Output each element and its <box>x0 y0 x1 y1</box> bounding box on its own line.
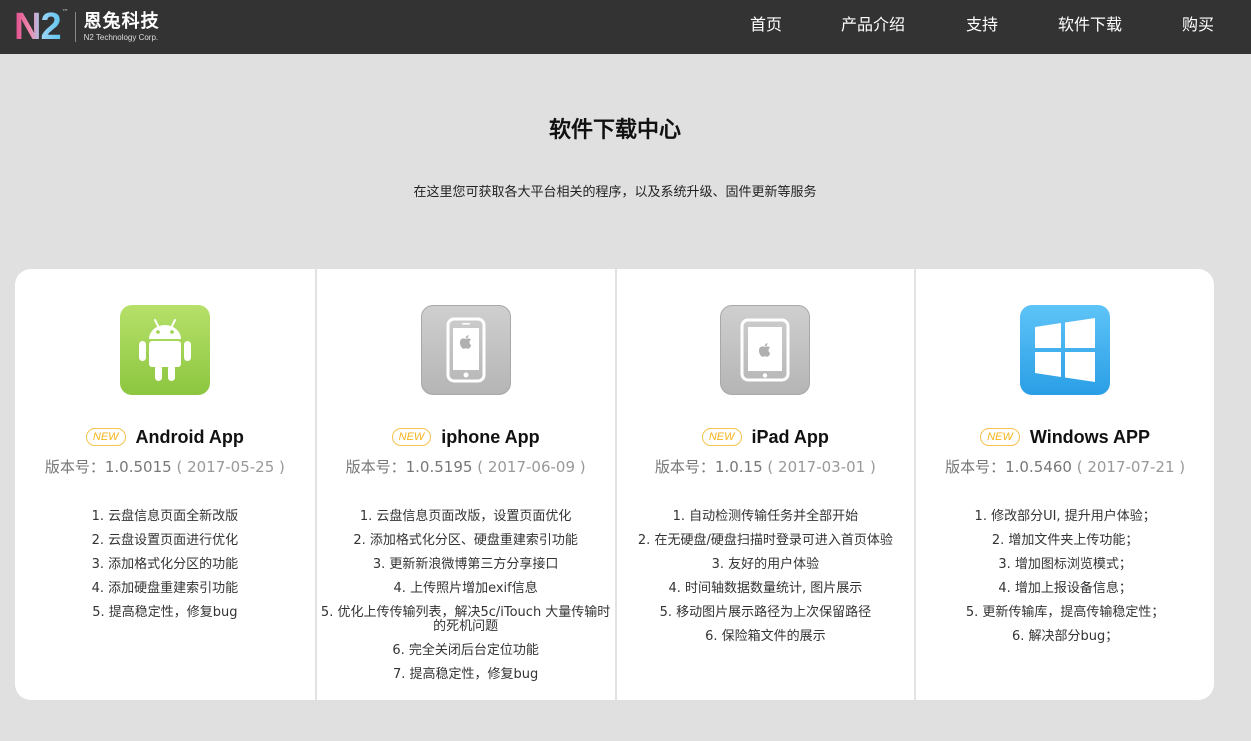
app-title-windows: NEW Windows APP <box>916 427 1214 448</box>
app-card-iphone: NEW iphone App 版本号：1.0.5195 ( 2017-06-09 … <box>314 269 615 700</box>
changelog-item: 5. 优化上传传输列表，解决5c/iTouch 大量传输时的死机问题 <box>320 605 611 634</box>
new-badge: NEW <box>391 428 432 446</box>
changelog-item: 4. 上传照片增加exif信息 <box>393 581 538 596</box>
app-title-android: NEW Android App <box>15 427 315 448</box>
app-version: 版本号：1.0.5460 ( 2017-07-21 ) <box>916 456 1214 477</box>
release-date: ( 2017-07-21 ) <box>1076 458 1186 476</box>
logo-trademark: ™ <box>61 8 69 16</box>
changelog-item: 5. 更新传输库，提高传输稳定性； <box>965 605 1165 620</box>
logo-divider <box>74 12 76 42</box>
changelog-item: 4. 添加硬盘重建索引功能 <box>91 581 239 596</box>
changelog-item: 5. 提高稳定性，修复bug <box>92 605 238 620</box>
changelog: 1. 自动检测传输任务并全部开始 2. 在无硬盘/硬盘扫描时登录可进入首页体验 … <box>617 505 915 649</box>
app-name[interactable]: Windows APP <box>1030 427 1150 447</box>
changelog-item: 3. 增加图标浏览模式； <box>998 557 1132 572</box>
app-title-ipad: NEW iPad App <box>617 427 915 448</box>
changelog-item: 2. 云盘设置页面进行优化 <box>91 533 239 548</box>
changelog-item: 4. 增加上报设备信息； <box>998 581 1132 596</box>
changelog-item: 5. 移动图片展示路径为上次保留路径 <box>659 605 872 620</box>
changelog: 1. 云盘信息页面全新改版 2. 云盘设置页面进行优化 3. 添加格式化分区的功… <box>15 505 315 625</box>
nav-support[interactable]: 支持 <box>966 0 998 50</box>
iphone-icon[interactable] <box>420 305 511 395</box>
release-date: ( 2017-06-09 ) <box>477 458 586 476</box>
changelog-item: 6. 解决部分bug； <box>1011 629 1119 644</box>
ipad-icon[interactable] <box>720 305 811 395</box>
app-title-iphone: NEW iphone App <box>317 427 615 448</box>
nav-products[interactable]: 产品介绍 <box>841 0 905 50</box>
version-number: 版本号：1.0.5460 <box>945 458 1072 476</box>
version-number: 版本号：1.0.5015 <box>44 458 172 476</box>
changelog-item: 1. 云盘信息页面全新改版 <box>91 509 239 524</box>
brand-name-cn: 恩兔科技 <box>83 10 160 32</box>
app-name[interactable]: iPad App <box>752 427 829 447</box>
changelog-item: 2. 在无硬盘/硬盘扫描时登录可进入首页体验 <box>637 533 893 548</box>
changelog-item: 1. 云盘信息页面改版，设置页面优化 <box>359 509 572 524</box>
changelog-item: 6. 保险箱文件的展示 <box>705 629 826 644</box>
app-card-ipad: NEW iPad App 版本号：1.0.15 ( 2017-03-01 ) 1.… <box>614 269 915 700</box>
brand-logo[interactable]: N2 ™ 恩兔科技 N2 Technology Corp. <box>14 6 160 48</box>
changelog-item: 4. 时间轴数据数量统计, 图片展示 <box>668 581 863 596</box>
app-version: 版本号：1.0.5195 ( 2017-06-09 ) <box>317 456 615 477</box>
nav-home[interactable]: 首页 <box>750 0 782 50</box>
version-number: 版本号：1.0.5195 <box>345 458 473 476</box>
changelog-item: 3. 更新新浪微博第三方分享接口 <box>372 557 559 572</box>
brand-name-en: N2 Technology Corp. <box>83 32 159 42</box>
top-navbar: N2 ™ 恩兔科技 N2 Technology Corp. 首页 产品介绍 支持… <box>0 0 1251 54</box>
app-card-windows: NEW Windows APP 版本号：1.0.5460 ( 2017-07-21… <box>914 269 1214 700</box>
changelog-item: 1. 修改部分UI, 提升用户体验； <box>974 509 1156 524</box>
app-name[interactable]: iphone App <box>441 427 539 447</box>
app-name[interactable]: Android App <box>136 427 244 447</box>
nav-downloads[interactable]: 软件下载 <box>1058 0 1122 50</box>
changelog-item: 2. 增加文件夹上传功能； <box>991 533 1139 548</box>
downloads-panel: NEW Android App 版本号：1.0.5015 ( 2017-05-25… <box>15 269 1214 700</box>
page-title: 软件下载中心 <box>548 118 681 143</box>
app-card-android: NEW Android App 版本号：1.0.5015 ( 2017-05-25… <box>15 269 315 700</box>
changelog: 1. 修改部分UI, 提升用户体验； 2. 增加文件夹上传功能； 3. 增加图标… <box>916 505 1214 649</box>
logo-mark: N2 <box>14 6 62 48</box>
changelog-item: 3. 添加格式化分区的功能 <box>91 557 239 572</box>
changelog: 1. 云盘信息页面改版，设置页面优化 2. 添加格式化分区、硬盘重建索引功能 3… <box>317 505 615 687</box>
new-badge: NEW <box>701 428 742 446</box>
version-number: 版本号：1.0.15 <box>654 458 763 476</box>
changelog-item: 3. 友好的用户体验 <box>711 557 820 572</box>
new-badge: NEW <box>980 428 1020 446</box>
app-version: 版本号：1.0.5015 ( 2017-05-25 ) <box>15 456 315 477</box>
android-icon[interactable] <box>119 305 210 395</box>
nav-buy[interactable]: 购买 <box>1182 0 1214 50</box>
app-version: 版本号：1.0.15 ( 2017-03-01 ) <box>617 456 915 477</box>
logo-text: 恩兔科技 N2 Technology Corp. <box>83 10 160 42</box>
windows-icon[interactable] <box>1020 305 1111 395</box>
changelog-item: 2. 添加格式化分区、硬盘重建索引功能 <box>353 533 578 548</box>
release-date: ( 2017-03-01 ) <box>767 458 876 476</box>
changelog-item: 6. 完全关闭后台定位功能 <box>392 643 539 658</box>
changelog-item: 1. 自动检测传输任务并全部开始 <box>672 509 859 524</box>
page-subtitle: 在这里您可获取各大平台相关的程序，以及系统升级、固件更新等服务 <box>413 185 817 200</box>
changelog-item: 7. 提高稳定性，修复bug <box>392 667 539 682</box>
release-date: ( 2017-05-25 ) <box>176 458 285 476</box>
new-badge: NEW <box>85 428 126 446</box>
